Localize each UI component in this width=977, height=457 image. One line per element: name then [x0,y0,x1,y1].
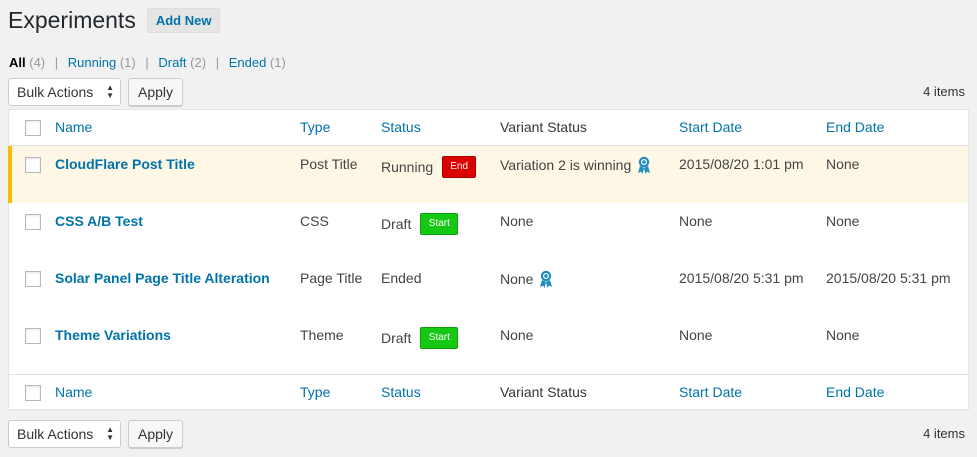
experiment-type: Page Title [300,270,363,286]
start-date: 2015/08/20 1:01 pm [679,156,804,172]
table-footer-row: Name Type Status Variant Status Start Da… [9,374,968,410]
award-ribbon-icon [638,156,651,174]
end-button[interactable]: End [442,156,477,178]
filter-separator: | [54,55,59,70]
filter-draft[interactable]: Draft [158,55,186,70]
column-name-header[interactable]: Name [55,119,92,135]
filter-separator: | [145,55,149,70]
page-header: Experiments Add New [8,4,221,36]
filter-ended[interactable]: Ended [229,55,267,70]
end-date: None [826,213,860,229]
apply-button[interactable]: Apply [128,78,183,106]
row-checkbox[interactable] [25,328,41,344]
table-row: CloudFlare Post Title Post Title Running… [8,146,968,203]
status-text: Running [381,159,434,175]
bulk-actions-label: Bulk Actions [17,426,94,442]
row-checkbox[interactable] [25,157,41,173]
row-checkbox[interactable] [25,271,41,287]
experiment-status: Draft Start [381,213,459,235]
column-name-header[interactable]: Name [55,384,92,400]
start-button[interactable]: Start [420,213,459,235]
filter-all-count: (4) [29,55,46,70]
filter-running[interactable]: Running [68,55,116,70]
tablenav-top: Bulk Actions ▲ ▼ Apply 4 items [8,78,969,106]
end-date: 2015/08/20 5:31 pm [826,270,951,286]
items-count: 4 items [923,84,965,99]
start-date: None [679,213,713,229]
experiments-table: Name Type Status Variant Status Start Da… [8,109,969,410]
experiment-type: Theme [300,327,344,343]
award-ribbon-icon [540,270,553,288]
column-variant-status-header: Variant Status [500,384,587,400]
start-date: 2015/08/20 5:31 pm [679,270,804,286]
start-button[interactable]: Start [420,327,459,349]
variant-status-text: Variation 2 is winning [500,157,632,173]
column-variant-status-header: Variant Status [500,119,587,135]
select-arrows-icon: ▲ ▼ [106,83,114,100]
add-new-button[interactable]: Add New [146,7,221,33]
column-end-date-header[interactable]: End Date [826,384,884,400]
column-status-header[interactable]: Status [381,119,421,135]
experiment-name-link[interactable]: Solar Panel Page Title Alteration [55,270,270,286]
table-header-row: Name Type Status Variant Status Start Da… [9,110,968,146]
apply-button[interactable]: Apply [128,420,183,448]
table-row: CSS A/B Test CSS Draft Start None None N… [9,203,968,260]
experiment-name-link[interactable]: CSS A/B Test [55,213,143,229]
start-date: None [679,327,713,343]
bulk-actions-label: Bulk Actions [17,84,94,100]
column-status-header[interactable]: Status [381,384,421,400]
select-all-checkbox[interactable] [25,120,41,136]
status-text: Draft [381,330,412,346]
table-row: Theme Variations Theme Draft Start None … [9,317,968,374]
experiment-name-link[interactable]: CloudFlare Post Title [55,156,195,172]
column-type-header[interactable]: Type [300,384,330,400]
filter-ended-count: (1) [269,55,286,70]
column-type-header[interactable]: Type [300,119,330,135]
variant-status-text: None [500,271,534,287]
tablenav-bottom: Bulk Actions ▲ ▼ Apply 4 items [8,420,969,448]
experiment-type: Post Title [300,156,358,172]
variant-status: Variation 2 is winning [500,156,651,174]
filter-running-count: (1) [119,55,136,70]
items-count: 4 items [923,426,965,441]
row-checkbox[interactable] [25,214,41,230]
end-date: None [826,156,860,172]
select-all-checkbox[interactable] [25,385,41,401]
variant-status-text: None [500,327,534,343]
column-start-date-header[interactable]: Start Date [679,119,742,135]
column-end-date-header[interactable]: End Date [826,119,884,135]
status-text: Draft [381,216,412,232]
status-filters: All (4) | Running (1) | Draft (2) | Ende… [9,55,286,70]
bulk-actions-select[interactable]: Bulk Actions ▲ ▼ [8,78,121,106]
filter-all[interactable]: All [9,55,26,70]
end-date: None [826,327,860,343]
status-text: Ended [381,270,422,286]
variant-status: None [500,270,553,288]
experiment-status: Running End [381,156,477,178]
filter-separator: | [215,55,220,70]
variant-status-text: None [500,213,534,229]
filter-draft-count: (2) [190,55,207,70]
page-title: Experiments [8,6,136,33]
column-start-date-header[interactable]: Start Date [679,384,742,400]
select-arrows-icon: ▲ ▼ [106,425,114,442]
experiment-type: CSS [300,213,329,229]
experiment-name-link[interactable]: Theme Variations [55,327,171,343]
bulk-actions-select[interactable]: Bulk Actions ▲ ▼ [8,420,121,448]
experiment-status: Draft Start [381,327,459,349]
table-row: Solar Panel Page Title Alteration Page T… [9,260,968,317]
